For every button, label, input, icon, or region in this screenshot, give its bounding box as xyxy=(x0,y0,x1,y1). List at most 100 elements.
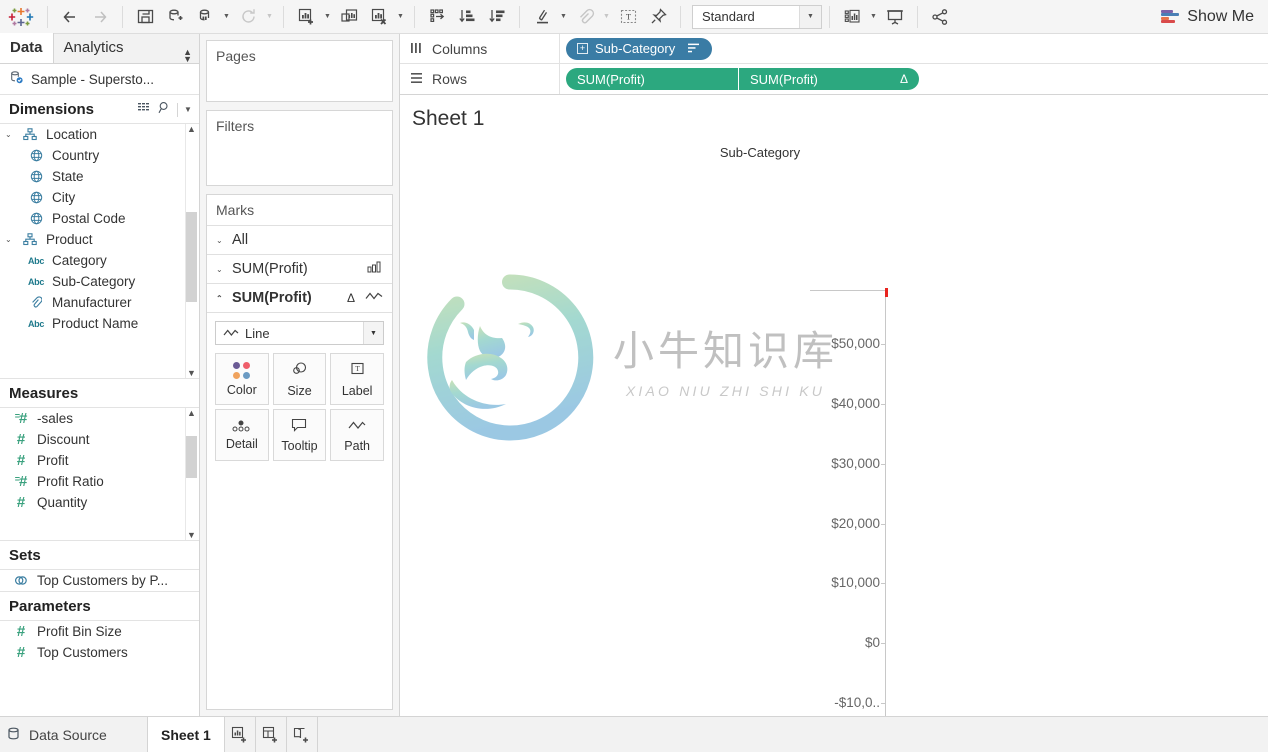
pages-card[interactable]: Pages xyxy=(206,40,393,102)
chevron-down-icon[interactable]: ⌄ xyxy=(5,130,14,139)
measures-header: Measures xyxy=(0,378,199,408)
measures-scrollbar[interactable]: ▲ ▼ xyxy=(185,408,197,540)
pause-auto-updates-button[interactable] xyxy=(190,2,220,32)
pushpin-icon[interactable] xyxy=(643,2,673,32)
fit-dropdown[interactable]: Standard ▼ xyxy=(692,4,822,29)
tab-data[interactable]: Data xyxy=(0,33,54,63)
scroll-up-icon[interactable]: ▲ xyxy=(187,408,196,418)
save-button[interactable] xyxy=(130,2,160,32)
chevron-down-icon[interactable]: ⌄ xyxy=(216,236,225,245)
field-product-name[interactable]: Abc Product Name xyxy=(0,313,199,334)
duplicate-sheet-button[interactable] xyxy=(334,2,364,32)
swap-rows-columns-button[interactable] xyxy=(422,2,452,32)
refresh-button[interactable] xyxy=(233,2,263,32)
color-button[interactable]: Color xyxy=(215,353,269,405)
tab-analytics[interactable]: Analytics xyxy=(54,33,134,63)
data-source-tab[interactable]: Data Source xyxy=(0,717,148,752)
tooltip-button[interactable]: Tooltip xyxy=(272,409,327,461)
field-quantity[interactable]: # Quantity xyxy=(0,492,199,513)
highlighter-dropdown[interactable]: ▼ xyxy=(557,2,570,32)
marks-row-sum-profit-2[interactable]: ⌃ SUM(Profit) Δ xyxy=(207,284,392,313)
field-top-customers[interactable]: # Top Customers xyxy=(0,642,199,663)
field-minus-sales[interactable]: # -sales xyxy=(0,408,199,429)
field-product[interactable]: ⌄ Product xyxy=(0,229,199,250)
marks-row-all[interactable]: ⌄ All xyxy=(207,226,392,255)
field-sub-category[interactable]: Abc Sub-Category xyxy=(0,271,199,292)
highlighter-icon[interactable] xyxy=(527,2,557,32)
field-location[interactable]: ⌄ Location xyxy=(0,124,199,145)
show-cards-dropdown[interactable]: ▼ xyxy=(867,2,880,32)
chevron-up-icon[interactable]: ⌃ xyxy=(216,294,225,303)
pane-resize-icon[interactable]: ▲ ▼ xyxy=(183,47,199,63)
sort-icon[interactable] xyxy=(688,41,701,56)
detail-button[interactable]: Detail xyxy=(215,409,269,461)
paperclip-dropdown[interactable]: ▼ xyxy=(600,2,613,32)
new-story-button[interactable] xyxy=(287,717,318,752)
new-worksheet-button[interactable] xyxy=(291,2,321,32)
scroll-down-icon[interactable]: ▼ xyxy=(187,530,196,540)
show-me-button[interactable]: Show Me xyxy=(1161,8,1254,26)
grid-view-icon[interactable] xyxy=(138,101,152,118)
clear-sheet-dropdown[interactable]: ▼ xyxy=(394,2,407,32)
refresh-dropdown[interactable]: ▼ xyxy=(263,2,276,32)
pause-auto-updates-dropdown[interactable]: ▼ xyxy=(220,2,233,32)
scroll-up-icon[interactable]: ▲ xyxy=(187,124,196,134)
mark-type-dropdown[interactable]: Line ▼ xyxy=(215,321,384,345)
clear-sheet-button[interactable] xyxy=(364,2,394,32)
field-city[interactable]: City xyxy=(0,187,199,208)
chevron-down-icon[interactable]: ▼ xyxy=(799,5,821,28)
field-top-customers-by-profit[interactable]: Top Customers by P... xyxy=(0,570,199,591)
pill-sub-category[interactable]: + Sub-Category xyxy=(566,37,713,60)
columns-shelf[interactable]: Columns + Sub-Category xyxy=(400,34,1268,64)
field-profit-bin-size[interactable]: # Profit Bin Size xyxy=(0,621,199,642)
rows-shelf-drop[interactable]: SUM(Profit) SUM(Profit) Δ xyxy=(560,64,1268,94)
columns-shelf-drop[interactable]: + Sub-Category xyxy=(560,34,1268,63)
field-manufacturer[interactable]: Manufacturer xyxy=(0,292,199,313)
sheet-tab-sheet-1[interactable]: Sheet 1 xyxy=(148,717,225,752)
viz-canvas[interactable]: Sheet 1 Sub-Category 小牛知识库 XIAO NIU ZHI … xyxy=(400,95,1268,716)
search-icon[interactable] xyxy=(158,101,171,118)
toolbar-divider xyxy=(283,5,284,28)
new-worksheet-button[interactable] xyxy=(225,717,256,752)
field-country[interactable]: Country xyxy=(0,145,199,166)
field-profit[interactable]: # Profit xyxy=(0,450,199,471)
sort-descending-button[interactable] xyxy=(482,2,512,32)
share-icon[interactable] xyxy=(925,2,955,32)
back-button[interactable] xyxy=(55,2,85,32)
measures-list[interactable]: # -sales # Discount # Profit # Profit Ra… xyxy=(0,408,199,540)
scroll-down-icon[interactable]: ▼ xyxy=(187,368,196,378)
pill-sum-profit-2[interactable]: SUM(Profit) Δ xyxy=(739,68,919,90)
marks-row-sum-profit-1[interactable]: ⌄ SUM(Profit) xyxy=(207,255,392,284)
delta-icon: Δ xyxy=(899,72,908,86)
new-data-source-button[interactable] xyxy=(160,2,190,32)
path-button[interactable]: Path xyxy=(330,409,384,461)
datasource-item[interactable]: Sample - Supersto... xyxy=(0,64,199,95)
label-button[interactable]: T Label xyxy=(330,353,384,405)
chevron-down-icon[interactable]: ⌄ xyxy=(5,235,14,244)
size-button[interactable]: Size xyxy=(272,353,327,405)
chevron-down-icon[interactable]: ⌄ xyxy=(216,265,225,274)
field-category[interactable]: Abc Category xyxy=(0,250,199,271)
new-worksheet-dropdown[interactable]: ▼ xyxy=(321,2,334,32)
filters-card[interactable]: Filters xyxy=(206,110,393,186)
dimensions-list[interactable]: ⌄ Location Country State City Postal Cod… xyxy=(0,124,199,378)
presentation-icon[interactable] xyxy=(880,2,910,32)
field-discount[interactable]: # Discount xyxy=(0,429,199,450)
rows-shelf-label: Rows xyxy=(400,64,560,94)
field-profit-ratio[interactable]: # Profit Ratio xyxy=(0,471,199,492)
paperclip-icon[interactable] xyxy=(570,2,600,32)
rows-shelf[interactable]: Rows SUM(Profit) SUM(Profit) Δ xyxy=(400,64,1268,94)
text-box-icon[interactable]: T xyxy=(613,2,643,32)
chevron-down-icon[interactable]: ▼ xyxy=(363,322,383,344)
dimensions-menu-icon[interactable]: ▼ xyxy=(184,105,193,114)
new-dashboard-button[interactable] xyxy=(256,717,287,752)
pill-sum-profit-1[interactable]: SUM(Profit) xyxy=(566,68,738,90)
field-state[interactable]: State xyxy=(0,166,199,187)
dimensions-scrollbar[interactable]: ▲ ▼ xyxy=(185,124,197,378)
tableau-logo-icon[interactable] xyxy=(8,4,34,30)
field-postal-code[interactable]: Postal Code xyxy=(0,208,199,229)
show-cards-button[interactable] xyxy=(837,2,867,32)
forward-button[interactable] xyxy=(85,2,115,32)
plus-box-icon[interactable]: + xyxy=(577,43,588,54)
sort-ascending-button[interactable] xyxy=(452,2,482,32)
